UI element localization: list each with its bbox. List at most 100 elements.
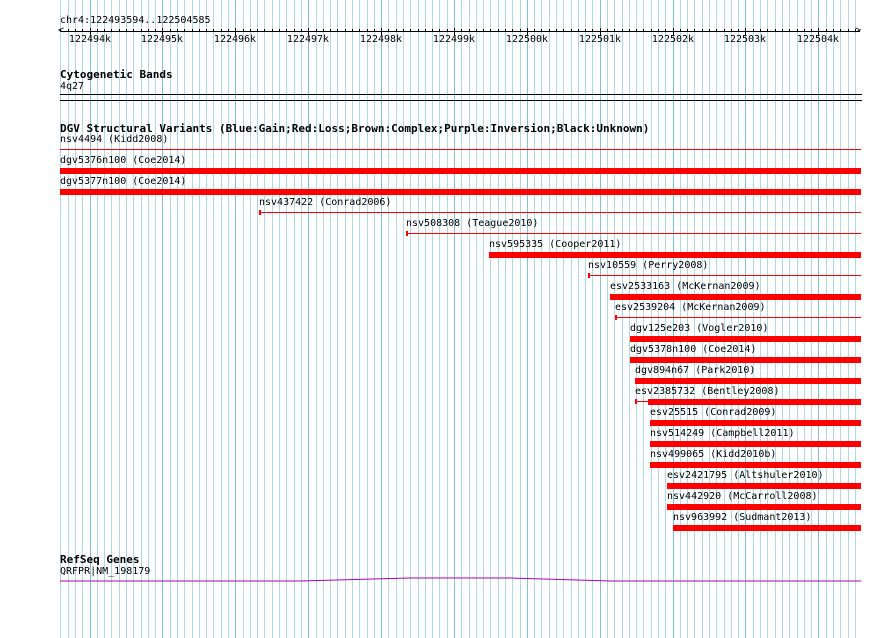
variant-label[interactable]: esv2539204 (McKernan2009) <box>615 302 766 314</box>
ruler-minor-tick <box>286 29 287 32</box>
variant-label[interactable]: nsv514249 (Campbell2011) <box>650 428 795 440</box>
variant-bar[interactable] <box>60 189 861 195</box>
ruler-minor-tick <box>490 29 491 32</box>
ruler-minor-tick <box>192 29 193 32</box>
ruler-tick-label: 122499k <box>432 34 476 45</box>
ruler-minor-tick <box>396 29 397 32</box>
variant-bar[interactable] <box>259 212 861 213</box>
ruler-minor-tick <box>316 29 317 32</box>
variant-bar[interactable] <box>406 233 861 234</box>
variant-label[interactable]: esv2421795 (Altshuler2010) <box>667 470 824 482</box>
variant-bar[interactable] <box>650 462 861 468</box>
variant-bar[interactable] <box>648 399 861 405</box>
grid-line <box>308 0 309 638</box>
grid-line <box>592 0 593 638</box>
ruler-minor-tick <box>432 29 433 32</box>
ruler-minor-tick <box>680 29 681 32</box>
ruler-tick-label: 122494k <box>68 34 112 45</box>
variant-label[interactable]: esv25515 (Conrad2009) <box>650 407 776 419</box>
variant-label[interactable]: nsv442920 (McCarroll2008) <box>667 491 818 503</box>
variant-label[interactable]: dgv894n67 (Park2010) <box>635 365 755 377</box>
grid-line <box>673 0 674 638</box>
grid-line <box>461 0 462 638</box>
variant-label[interactable]: dgv5376n100 (Coe2014) <box>60 155 186 167</box>
ruler-minor-tick <box>126 29 127 32</box>
variant-label[interactable]: nsv508308 (Teague2010) <box>406 218 538 230</box>
refseq-track-title[interactable]: RefSeq Genes <box>60 553 139 566</box>
grid-line <box>840 0 841 638</box>
grid-line <box>403 0 404 638</box>
ruler-minor-tick <box>345 29 346 32</box>
variant-bar[interactable] <box>610 294 861 300</box>
variant-bar[interactable] <box>60 168 861 174</box>
ruler-minor-tick <box>221 29 222 32</box>
grid-line <box>184 0 185 638</box>
ruler-minor-tick <box>177 29 178 32</box>
grid-line <box>643 0 644 638</box>
ruler-minor-tick <box>556 29 557 32</box>
variant-label[interactable]: nsv595335 (Cooper2011) <box>489 239 621 251</box>
refseq-gene-glyph[interactable] <box>0 570 890 586</box>
variant-bar[interactable] <box>650 420 861 426</box>
variant-bar[interactable] <box>259 210 261 215</box>
grid-line <box>141 0 142 638</box>
grid-line <box>133 0 134 638</box>
cytoband-label: 4q27 <box>60 81 85 92</box>
ruler-axis <box>60 31 860 32</box>
variant-label[interactable]: nsv499065 (Kidd2010b) <box>650 449 776 461</box>
variant-label[interactable]: dgv5377n100 (Coe2014) <box>60 176 186 188</box>
variant-label[interactable]: esv2533163 (McKernan2009) <box>610 281 761 293</box>
variant-bar[interactable] <box>615 317 861 318</box>
variant-bar[interactable] <box>489 252 861 258</box>
grid-line <box>410 0 411 638</box>
grid-line <box>235 0 236 638</box>
variant-bar[interactable] <box>588 273 590 278</box>
variant-bar[interactable] <box>630 336 861 342</box>
variant-bar[interactable] <box>60 149 861 150</box>
variant-bar[interactable] <box>667 504 861 510</box>
grid-line <box>724 0 725 638</box>
variant-label[interactable]: esv2385732 (Bentley2008) <box>635 386 780 398</box>
grid-line <box>221 0 222 638</box>
grid-line <box>745 0 746 638</box>
grid-line <box>396 0 397 638</box>
cytoband-track-title[interactable]: Cytogenetic Bands <box>60 68 173 81</box>
variant-bar[interactable] <box>406 231 408 236</box>
ruler-tick-label: 122501k <box>578 34 622 45</box>
variant-bar[interactable] <box>635 378 861 384</box>
ruler-minor-tick <box>469 29 470 32</box>
variant-bar[interactable] <box>630 357 861 363</box>
ruler-minor-tick <box>483 29 484 32</box>
variant-bar[interactable] <box>667 483 861 489</box>
grid-line <box>177 0 178 638</box>
ruler-minor-tick <box>228 29 229 32</box>
grid-line <box>294 0 295 638</box>
variant-bar[interactable] <box>673 525 861 531</box>
grid-line <box>75 0 76 638</box>
grid-line <box>60 0 61 638</box>
ruler-minor-tick <box>447 29 448 32</box>
variant-label[interactable]: nsv10559 (Perry2008) <box>588 260 708 272</box>
grid-line <box>367 0 368 638</box>
grid-line <box>789 0 790 638</box>
grid-line <box>447 0 448 638</box>
genome-browser-view: chr4:122493594..122504585 < > 122494k 122… <box>0 0 890 638</box>
variant-label[interactable]: nsv437422 (Conrad2006) <box>259 197 391 209</box>
ruler-minor-tick <box>855 29 856 32</box>
ruler-minor-tick <box>716 29 717 32</box>
grid-line <box>505 0 506 638</box>
variant-bar[interactable] <box>635 399 637 404</box>
variant-bar[interactable] <box>588 275 861 276</box>
grid-line <box>359 0 360 638</box>
variant-bar[interactable] <box>650 441 861 447</box>
variant-bar[interactable] <box>615 315 617 320</box>
ruler-minor-tick <box>410 29 411 32</box>
ruler-tick-label: 122498k <box>359 34 403 45</box>
ruler-minor-tick <box>826 29 827 32</box>
variant-label[interactable]: dgv125e203 (Vogler2010) <box>630 323 768 335</box>
variant-label[interactable]: dgv5378n100 (Coe2014) <box>630 344 756 356</box>
variant-label[interactable]: nsv963992 (Sudmant2013) <box>673 512 811 524</box>
ruler-minor-tick <box>629 29 630 32</box>
variant-label[interactable]: nsv4494 (Kidd2008) <box>60 134 168 146</box>
ruler-minor-tick <box>199 29 200 32</box>
